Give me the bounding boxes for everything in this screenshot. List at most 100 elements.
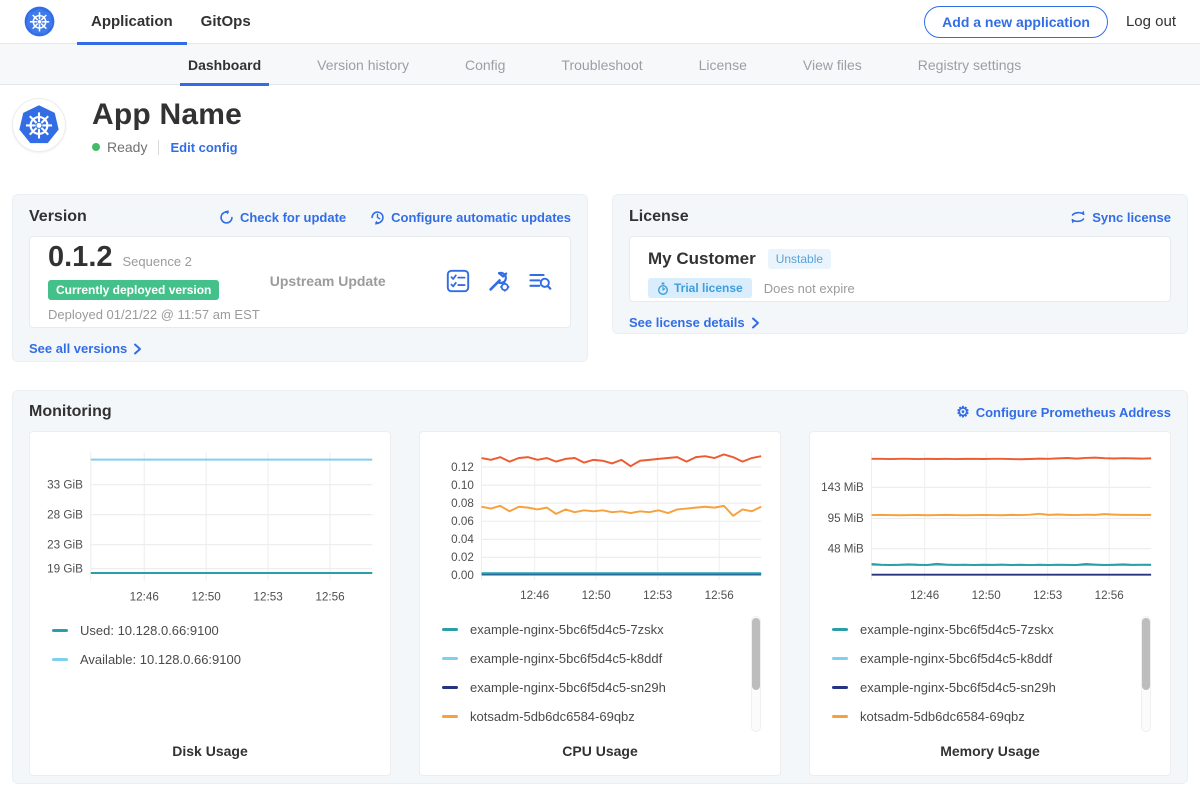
tab-application[interactable]: Application (77, 0, 187, 44)
monitoring-section: Monitoring ⚙ Configure Prometheus Addres… (12, 390, 1188, 784)
see-license-details-link[interactable]: See license details (629, 315, 760, 330)
legend-color-dash (832, 628, 848, 631)
license-card: License Sync license My Customer Unstabl… (612, 194, 1188, 334)
edit-config-wrench-icon[interactable] (487, 269, 511, 293)
svg-text:19 GiB: 19 GiB (47, 563, 83, 576)
memory-usage-plot: 48 MiB95 MiB143 MiB12:4612:5012:5312:56 (816, 442, 1164, 607)
svg-text:0.00: 0.00 (451, 569, 474, 582)
svg-text:28 GiB: 28 GiB (47, 509, 83, 522)
svg-text:0.12: 0.12 (451, 461, 474, 474)
tab-license[interactable]: License (685, 44, 761, 85)
svg-text:12:56: 12:56 (705, 589, 734, 602)
legend-color-dash (442, 628, 458, 631)
legend-item: example-nginx-5bc6f5d4c5-7zskx (442, 615, 774, 644)
svg-text:12:50: 12:50 (192, 590, 222, 603)
license-summary-card: My Customer Unstable Trial license Does … (629, 236, 1171, 302)
auto-update-clock-icon (370, 210, 385, 225)
customer-name: My Customer (648, 249, 756, 269)
svg-text:12:56: 12:56 (1095, 589, 1124, 602)
legend-label: kotsadm-5db6dc6584-69qbz (470, 709, 635, 724)
memory-usage-chart-card: 48 MiB95 MiB143 MiB12:4612:5012:5312:56 … (809, 431, 1171, 776)
status-text: Ready (107, 139, 147, 155)
version-number: 0.1.2 (48, 241, 113, 274)
legend-item: Available: 10.128.0.66:9100 (52, 645, 384, 674)
legend-color-dash (52, 658, 68, 661)
chart-title-cpu: CPU Usage (426, 731, 774, 775)
tab-registry-settings[interactable]: Registry settings (904, 44, 1035, 85)
kubernetes-app-icon (18, 104, 60, 146)
svg-text:12:46: 12:46 (520, 589, 549, 602)
add-new-application-button[interactable]: Add a new application (924, 6, 1108, 38)
app-sub-nav: Dashboard Version history Config Trouble… (0, 44, 1200, 85)
tab-version-history[interactable]: Version history (303, 44, 423, 85)
legend-color-dash (832, 657, 848, 660)
legend-color-dash (442, 657, 458, 660)
legend-item: kotsadm-5db6dc6584-69qbz (442, 702, 774, 731)
legend-scrollbar[interactable] (751, 616, 761, 732)
edit-config-link[interactable]: Edit config (170, 140, 237, 155)
status-dot (92, 143, 100, 151)
tab-config[interactable]: Config (451, 44, 519, 85)
channel-badge: Unstable (768, 249, 831, 269)
app-avatar (12, 98, 66, 152)
svg-text:0.08: 0.08 (451, 497, 474, 510)
sync-license-link[interactable]: Sync license (1070, 210, 1171, 225)
gear-icon: ⚙ (956, 405, 969, 420)
sequence-label: Sequence 2 (123, 254, 192, 269)
chevron-right-icon (751, 317, 760, 329)
legend-label: kotsadm-5db6dc6584-69qbz (860, 709, 1025, 724)
tab-troubleshoot[interactable]: Troubleshoot (547, 44, 656, 85)
configure-prometheus-link[interactable]: ⚙ Configure Prometheus Address (956, 405, 1171, 420)
legend-item: example-nginx-5bc6f5d4c5-sn29h (832, 673, 1164, 702)
see-all-versions-link[interactable]: See all versions (29, 341, 142, 356)
legend-scrollbar-thumb[interactable] (752, 618, 760, 690)
tab-view-files[interactable]: View files (789, 44, 876, 85)
legend-label: example-nginx-5bc6f5d4c5-sn29h (860, 680, 1056, 695)
svg-text:0.02: 0.02 (451, 551, 474, 564)
refresh-icon (219, 210, 234, 225)
topnav-tabs: Application GitOps (77, 0, 265, 44)
disk-usage-legend: Used: 10.128.0.66:9100 Available: 10.128.… (36, 616, 384, 674)
dashboard-cards-row: Version Check for update Configure au (0, 194, 1200, 362)
legend-color-dash (442, 715, 458, 718)
configure-automatic-updates-link[interactable]: Configure automatic updates (370, 210, 571, 225)
tab-dashboard[interactable]: Dashboard (174, 44, 275, 85)
svg-text:12:50: 12:50 (972, 589, 1002, 602)
svg-text:23 GiB: 23 GiB (47, 539, 83, 552)
legend-color-dash (442, 686, 458, 689)
deployed-timestamp: Deployed 01/21/22 @ 11:57 am EST (48, 307, 270, 322)
legend-item: kotsadm-5db6dc6584-69qbz (832, 702, 1164, 731)
version-card: Version Check for update Configure au (12, 194, 588, 362)
svg-text:12:50: 12:50 (582, 589, 612, 602)
svg-text:0.10: 0.10 (451, 479, 474, 492)
svg-text:12:53: 12:53 (253, 590, 282, 603)
app-header: App Name Ready Edit config (0, 85, 1200, 182)
legend-label: Used: 10.128.0.66:9100 (80, 623, 219, 638)
upstream-update-label: Upstream Update (270, 273, 446, 289)
legend-color-dash (832, 686, 848, 689)
svg-text:12:46: 12:46 (910, 589, 939, 602)
tab-gitops[interactable]: GitOps (187, 0, 265, 44)
divider (158, 140, 159, 155)
cpu-usage-chart-card: 0.000.020.040.060.080.100.1212:4612:5012… (419, 431, 781, 776)
svg-text:143 MiB: 143 MiB (821, 481, 864, 494)
legend-label: example-nginx-5bc6f5d4c5-k8ddf (470, 651, 662, 666)
legend-scrollbar[interactable] (1141, 616, 1151, 732)
check-for-update-link[interactable]: Check for update (219, 210, 346, 225)
legend-color-dash (52, 629, 68, 632)
page-title: App Name (92, 98, 242, 132)
svg-text:95 MiB: 95 MiB (828, 512, 864, 525)
svg-text:0.04: 0.04 (451, 533, 474, 546)
top-nav: Application GitOps Add a new application… (0, 0, 1200, 44)
log-out-link[interactable]: Log out (1126, 13, 1176, 30)
svg-text:12:53: 12:53 (643, 589, 672, 602)
view-logs-icon[interactable] (528, 269, 552, 293)
cpu-usage-legend: example-nginx-5bc6f5d4c5-7zskx example-ng… (426, 615, 774, 731)
preflight-checklist-icon[interactable] (446, 269, 470, 293)
disk-usage-chart-card: 19 GiB23 GiB28 GiB33 GiB12:4612:5012:531… (29, 431, 391, 776)
legend-color-dash (832, 715, 848, 718)
current-version-card: 0.1.2 Sequence 2 Currently deployed vers… (29, 236, 571, 328)
legend-scrollbar-thumb[interactable] (1142, 618, 1150, 690)
version-card-title: Version (29, 208, 87, 226)
memory-usage-legend: example-nginx-5bc6f5d4c5-7zskxexample-ng… (816, 615, 1164, 731)
